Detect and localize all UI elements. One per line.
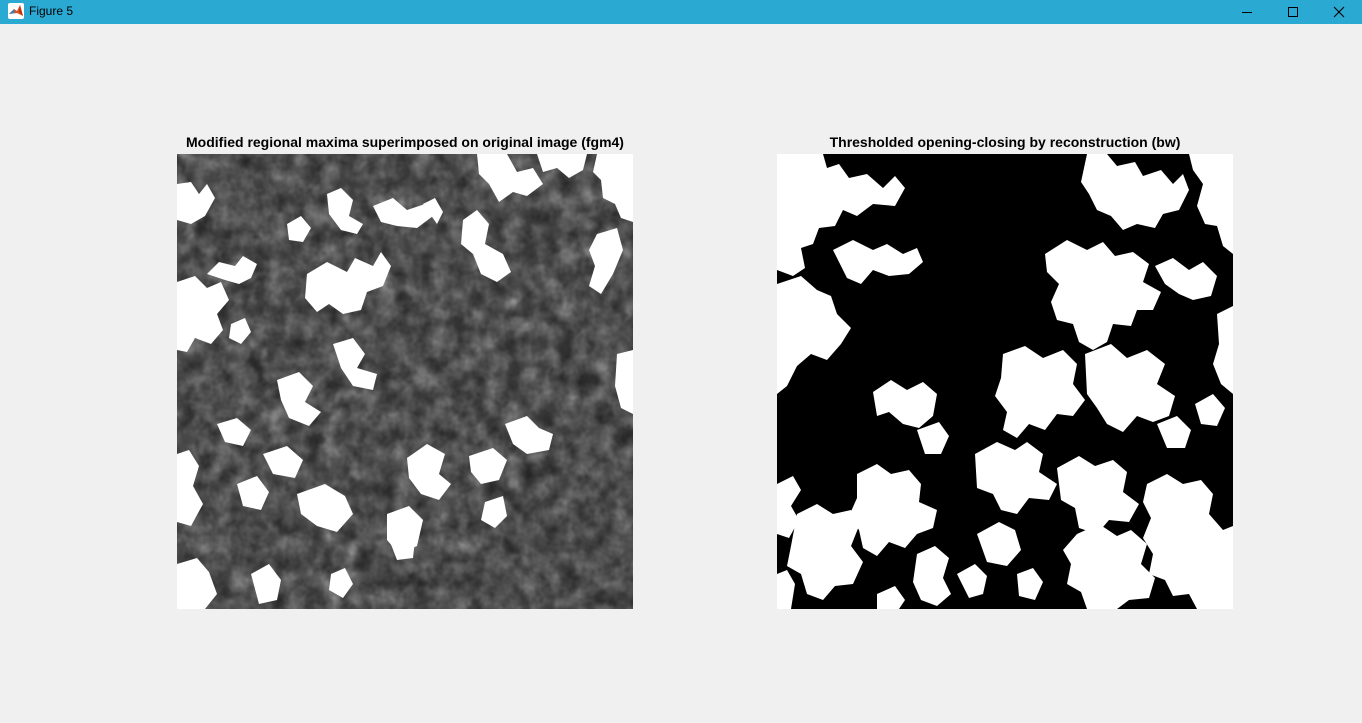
bw-binary-image[interactable] xyxy=(777,154,1233,609)
fgm4-overlay-image[interactable] xyxy=(177,154,633,609)
close-button[interactable] xyxy=(1316,0,1362,24)
matlab-icon xyxy=(8,3,24,19)
minimize-icon xyxy=(1242,12,1252,13)
maximize-icon xyxy=(1288,7,1298,17)
maximize-button[interactable] xyxy=(1270,0,1316,24)
axes-title-right: Thresholded opening-closing by reconstru… xyxy=(829,134,1181,150)
window-titlebar[interactable]: Figure 5 xyxy=(0,0,1362,24)
close-icon xyxy=(1333,6,1345,18)
window-title: Figure 5 xyxy=(29,4,74,18)
axes-title-left: Modified regional maxima superimposed on… xyxy=(186,134,624,150)
minimize-button[interactable] xyxy=(1224,0,1270,24)
